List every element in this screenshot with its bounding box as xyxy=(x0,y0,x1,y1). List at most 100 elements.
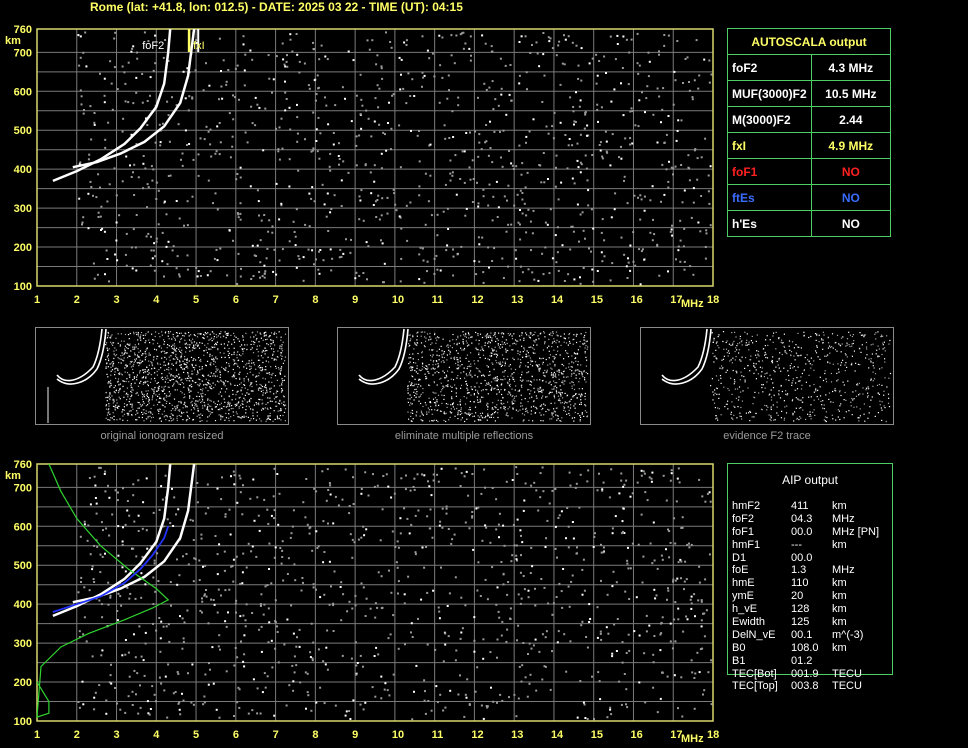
noise-dot xyxy=(534,638,537,641)
thumbnail-dot xyxy=(233,374,235,376)
thumbnail-dot xyxy=(264,378,266,380)
noise-dot xyxy=(355,135,358,138)
thumbnail-dot xyxy=(798,407,800,409)
noise-dot xyxy=(341,86,344,89)
noise-dot xyxy=(183,224,185,227)
thumbnail-dot xyxy=(241,360,244,362)
thumbnail-dot xyxy=(246,401,248,403)
thumbnail-dot xyxy=(140,362,142,364)
thumbnail-dot xyxy=(736,345,738,347)
noise-dot xyxy=(115,194,118,197)
thumbnail-dot xyxy=(206,407,208,409)
thumbnail-dot xyxy=(722,340,724,343)
noise-dot xyxy=(473,639,476,642)
thumbnail-dot xyxy=(227,409,230,411)
noise-dot xyxy=(219,141,222,144)
thumbnail-dot xyxy=(145,355,147,358)
noise-dot xyxy=(153,242,156,245)
thumbnail-dot xyxy=(227,344,229,346)
thumbnail-dot xyxy=(106,337,109,339)
thumbnail-dot xyxy=(259,387,261,389)
noise-dot xyxy=(80,103,83,106)
noise-dot xyxy=(410,129,412,132)
thumbnail-dot xyxy=(849,334,851,336)
thumbnail-dot xyxy=(741,344,743,346)
thumbnail-dot xyxy=(106,347,108,349)
noise-dot xyxy=(277,150,280,153)
thumbnail-dot xyxy=(429,336,431,338)
thumbnail-dot xyxy=(234,372,236,374)
noise-dot xyxy=(387,122,389,124)
thumbnail-dot xyxy=(512,399,514,401)
noise-dot xyxy=(236,173,239,175)
noise-dot xyxy=(623,179,625,182)
thumbnail-dot xyxy=(795,344,797,346)
noise-dot xyxy=(567,585,570,588)
noise-dot xyxy=(221,97,224,100)
thumbnail-dot xyxy=(523,419,525,421)
noise-dot xyxy=(587,469,590,472)
noise-dot xyxy=(464,42,467,45)
noise-dot xyxy=(390,148,392,151)
thumbnail-dot xyxy=(735,336,737,338)
thumbnail-dot xyxy=(872,362,874,364)
thumbnail-dot xyxy=(184,339,186,341)
thumbnail-dot xyxy=(184,378,186,380)
noise-dot xyxy=(492,108,495,111)
thumbnail-dot xyxy=(264,353,266,355)
thumbnail-dot xyxy=(107,335,109,337)
noise-dot xyxy=(360,189,363,192)
noise-dot xyxy=(477,155,480,158)
noise-dot xyxy=(416,134,419,137)
thumbnail-dot xyxy=(280,367,282,369)
noise-dot xyxy=(468,166,471,169)
thumbnail-dot xyxy=(176,417,178,419)
thumbnail-dot xyxy=(575,333,578,335)
thumbnail-dot xyxy=(448,366,450,368)
noise-dot xyxy=(281,556,284,558)
thumbnail-dot xyxy=(778,390,780,392)
thumbnail-dot xyxy=(556,370,558,372)
noise-dot xyxy=(663,34,666,36)
thumbnail-dot xyxy=(770,417,772,419)
noise-dot xyxy=(374,200,377,203)
noise-dot xyxy=(496,586,499,589)
thumbnail-dot xyxy=(877,412,879,414)
noise-dot xyxy=(557,269,560,272)
thumbnail-dot xyxy=(484,379,486,382)
noise-dot xyxy=(576,142,579,145)
thumbnail-dot xyxy=(557,395,560,397)
thumbnail-dot xyxy=(755,363,757,365)
noise-dot xyxy=(375,63,378,66)
thumbnail-dot xyxy=(250,408,252,410)
noise-dot xyxy=(551,47,554,50)
noise-dot xyxy=(313,200,316,203)
thumbnail-dot xyxy=(496,376,498,378)
noise-dot xyxy=(380,214,383,217)
thumbnail-dot xyxy=(408,381,410,383)
thumbnail-dot xyxy=(728,389,730,391)
thumbnail-dot xyxy=(279,347,281,349)
thumbnail-dot xyxy=(265,334,267,336)
thumbnail-dot xyxy=(243,415,245,417)
ionogram-top-chart: foF2 fxI1 2 3 4 5 6 7 8 9 10 11 12 13 14 15 16 17 18MHz100… xyxy=(5,24,719,310)
thumbnail-dot xyxy=(761,360,764,362)
thumbnail-dot xyxy=(434,368,436,370)
thumbnail-dot xyxy=(828,345,831,347)
thumbnail-dot xyxy=(794,359,796,361)
noise-dot xyxy=(127,61,130,64)
noise-dot xyxy=(438,34,441,37)
thumbnail-dot xyxy=(504,365,506,367)
noise-dot xyxy=(280,117,283,120)
thumbnail-dot xyxy=(828,392,831,394)
thumbnail-dot xyxy=(213,333,215,335)
thumbnail-dot xyxy=(545,396,547,398)
noise-dot xyxy=(108,496,111,499)
thumbnail-dot xyxy=(478,343,480,345)
thumbnail-dot xyxy=(465,340,467,342)
thumbnail-dot xyxy=(527,389,529,391)
noise-dot xyxy=(296,140,299,143)
thumbnail-dot xyxy=(491,337,493,339)
thumbnail-dot xyxy=(110,337,112,339)
thumbnail-dot xyxy=(843,399,845,401)
